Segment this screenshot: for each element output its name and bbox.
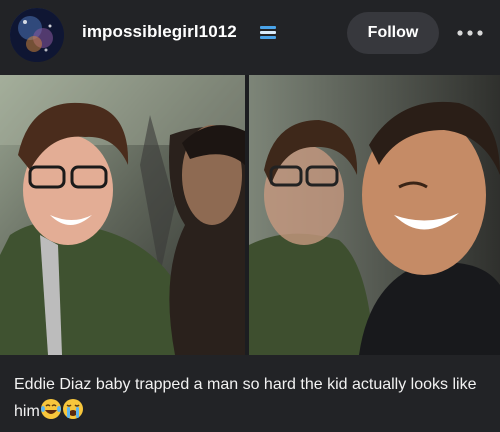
more-options-icon[interactable] (452, 20, 488, 46)
photo-left[interactable] (0, 75, 245, 355)
photo-set (0, 75, 500, 355)
username[interactable]: impossiblegirl1012 (82, 22, 237, 42)
post-caption: Eddie Diaz baby trapped a man so hard th… (14, 372, 490, 429)
crying-emoji (62, 398, 84, 429)
photo-right[interactable] (249, 75, 500, 355)
laughing-tears-emoji (40, 398, 62, 429)
post-header: impossiblegirl1012 Follow (0, 0, 500, 68)
follow-button[interactable]: Follow (347, 12, 439, 54)
avatar[interactable] (10, 8, 64, 62)
blue-badge-icon (258, 24, 278, 42)
